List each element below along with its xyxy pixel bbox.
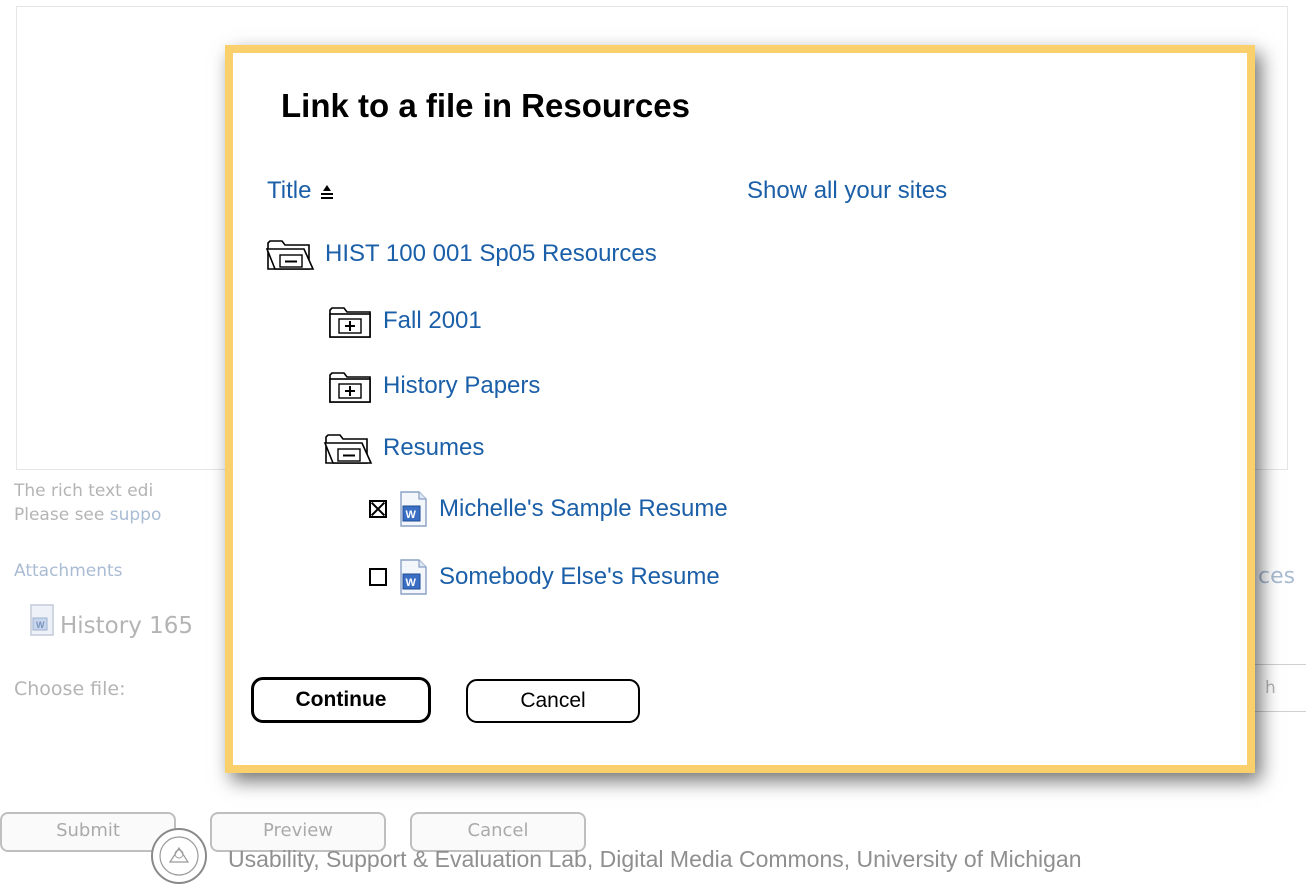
- tree-folder-resumes: Resumes: [323, 429, 484, 467]
- tree-folder-label[interactable]: Fall 2001: [383, 307, 482, 335]
- tree-folder-fall-2001: Fall 2001: [327, 302, 482, 340]
- sort-ascending-icon: [321, 185, 334, 199]
- continue-button[interactable]: Continue: [251, 677, 431, 723]
- cancel-button[interactable]: Cancel: [466, 679, 640, 723]
- tree-root-folder: HIST 100 001 Sp05 Resources: [265, 235, 657, 273]
- file-label[interactable]: Michelle's Sample Resume: [439, 495, 728, 523]
- svg-text:W: W: [406, 577, 417, 589]
- file-label[interactable]: Somebody Else's Resume: [439, 563, 720, 591]
- tree-folder-label[interactable]: Resumes: [383, 434, 484, 462]
- attachment-doc-icon: W: [30, 604, 54, 636]
- folder-closed-expand-icon[interactable]: [327, 367, 373, 405]
- footer-credit: Usability, Support & Evaluation Lab, Dig…: [228, 846, 1082, 872]
- right-edge-link[interactable]: ces: [1258, 566, 1295, 588]
- browse-button-label: h: [1265, 678, 1276, 698]
- university-seal-logo: [151, 828, 207, 884]
- title-column-sort[interactable]: Title: [267, 177, 335, 205]
- show-all-sites-link[interactable]: Show all your sites: [747, 177, 947, 205]
- svg-text:W: W: [406, 509, 417, 521]
- tree-file-michelle-resume: W Michelle's Sample Resume: [369, 491, 728, 527]
- word-doc-icon: W: [400, 491, 427, 527]
- editor-note-line2: Please see suppo: [14, 504, 161, 526]
- tree-file-somebody-resume: W Somebody Else's Resume: [369, 559, 720, 595]
- word-doc-icon: W: [400, 559, 427, 595]
- file-select-checkbox[interactable]: [369, 568, 387, 586]
- editor-note-prefix: Please see: [14, 505, 110, 525]
- page: The rich text edi Please see suppo Attac…: [0, 0, 1306, 884]
- folder-closed-expand-icon[interactable]: [327, 302, 373, 340]
- tree-folder-history-papers: History Papers: [327, 367, 540, 405]
- title-column-label: Title: [267, 177, 312, 204]
- attachment-name[interactable]: History 165: [60, 612, 193, 640]
- link-file-dialog: Link to a file in Resources Title Show a…: [225, 45, 1255, 773]
- choose-file-label: Choose file:: [14, 678, 126, 700]
- support-link[interactable]: suppo: [110, 505, 162, 525]
- editor-note-line1: The rich text edi: [14, 481, 154, 501]
- folder-open-collapse-icon[interactable]: [323, 429, 373, 467]
- dialog-title: Link to a file in Resources: [281, 87, 690, 124]
- attachments-label: Attachments: [14, 561, 123, 581]
- svg-text:W: W: [36, 620, 45, 630]
- folder-open-collapse-icon[interactable]: [265, 235, 315, 273]
- file-select-checkbox[interactable]: [369, 500, 387, 518]
- tree-folder-label[interactable]: History Papers: [383, 372, 540, 400]
- tree-root-label[interactable]: HIST 100 001 Sp05 Resources: [325, 240, 657, 268]
